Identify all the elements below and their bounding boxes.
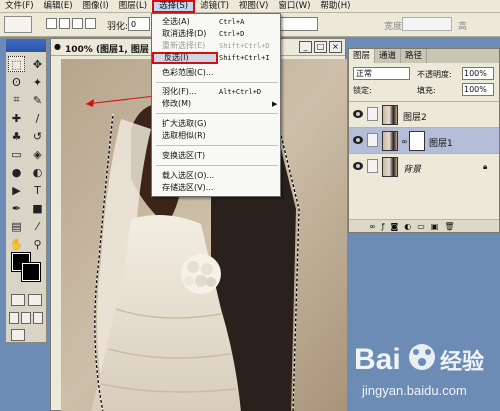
blend-mode-select[interactable]: 正常: [353, 67, 410, 80]
layers-tabs: 图层 通道 路径: [349, 49, 499, 63]
menu-item-feather[interactable]: 羽化(F)... Alt+Ctrl+D: [152, 86, 282, 98]
layer-style-icon[interactable]: ƒ: [382, 222, 385, 231]
link-layers-icon[interactable]: ∞: [369, 222, 376, 231]
baidu-watermark: Bai 经验 jingyan.baidu.com: [352, 335, 497, 410]
layer-name: 背景: [403, 165, 422, 175]
layer-name: 图层1: [429, 139, 453, 149]
menu-separator: [156, 113, 278, 114]
layers-panel: 图层 通道 路径 正常 不透明度: 100% 锁定: 填充: 100% 图层2 …: [348, 48, 500, 233]
submenu-arrow-icon: ▶: [272, 100, 278, 108]
menu-item-inverse[interactable]: 反选(I): [152, 52, 218, 64]
new-layer-icon[interactable]: ▣: [431, 222, 439, 231]
menu-item-deselect[interactable]: 取消选择(D) Ctrl+D: [152, 28, 282, 40]
fill-label: 填充:: [417, 86, 436, 95]
menu-separator: [156, 165, 278, 166]
baidu-logo: Bai 经验 jingyan.baidu.com: [354, 343, 484, 398]
menu-separator: [156, 145, 278, 146]
layers-footer: ∞ ƒ ◙ ◐ ▭ ▣ 🗑︎: [349, 219, 499, 232]
layer-link-cell[interactable]: [367, 107, 378, 121]
menu-item-color-range[interactable]: 色彩范围(C)...: [152, 67, 282, 79]
layer-row-layer1[interactable]: ∞ 图层1: [349, 127, 499, 153]
menu-item-reselect: 重新选择(E) Shift+Ctrl+D: [162, 41, 270, 50]
layer-link-cell[interactable]: [367, 159, 378, 173]
visibility-eye-icon[interactable]: [353, 162, 363, 170]
layer-thumbnail: [382, 105, 398, 125]
lock-icon: 🔒︎: [483, 162, 488, 171]
menu-item-transform-selection[interactable]: 变换选区(T): [152, 150, 282, 162]
menu-item-load-selection[interactable]: 载入选区(O)...: [152, 170, 282, 182]
menu-item-modify[interactable]: 修改(M) ▶: [152, 98, 282, 110]
menu-item-grow[interactable]: 扩大选取(G): [152, 118, 282, 130]
tab-paths[interactable]: 路径: [401, 49, 428, 63]
layer-row-background[interactable]: 背景 🔒︎: [349, 153, 499, 179]
tab-channels[interactable]: 通道: [375, 49, 402, 63]
inverse-shortcut: Shift+Ctrl+I: [219, 54, 270, 62]
new-group-icon[interactable]: ▭: [417, 222, 425, 231]
menu-item-save-selection[interactable]: 存储选区(V)...: [152, 182, 282, 194]
watermark-brand: Bai: [354, 343, 401, 376]
adjustment-layer-icon[interactable]: ◐: [404, 222, 411, 231]
layer-thumbnail: [382, 157, 398, 177]
watermark-url: jingyan.baidu.com: [361, 383, 467, 398]
visibility-eye-icon[interactable]: [353, 136, 363, 144]
delete-layer-icon[interactable]: 🗑︎: [444, 222, 454, 231]
watermark-suffix: 经验: [440, 349, 484, 375]
opacity-input[interactable]: 100%: [462, 67, 494, 80]
visibility-eye-icon[interactable]: [353, 110, 363, 118]
chain-link-icon: ∞: [401, 137, 408, 146]
menu-separator: [156, 82, 278, 83]
layer-thumbnail: [382, 131, 398, 151]
menu-item-select-all[interactable]: 全选(A) Ctrl+A: [152, 16, 282, 28]
layer-mask-thumbnail[interactable]: [409, 131, 425, 151]
brush-icon[interactable]: [367, 133, 378, 147]
add-mask-icon[interactable]: ◙: [391, 222, 399, 231]
menu-item-similar[interactable]: 选取相似(R): [152, 130, 282, 142]
layer-name: 图层2: [403, 113, 427, 123]
tab-layers[interactable]: 图层: [349, 49, 376, 63]
fill-input[interactable]: 100%: [462, 83, 494, 96]
select-menu-dropdown: 全选(A) Ctrl+A 取消选择(D) Ctrl+D 重新选择(E) Shif…: [151, 13, 281, 197]
opacity-label: 不透明度:: [417, 70, 452, 79]
lock-label: 锁定:: [353, 86, 372, 95]
layer-row-layer2[interactable]: 图层2: [349, 101, 499, 127]
